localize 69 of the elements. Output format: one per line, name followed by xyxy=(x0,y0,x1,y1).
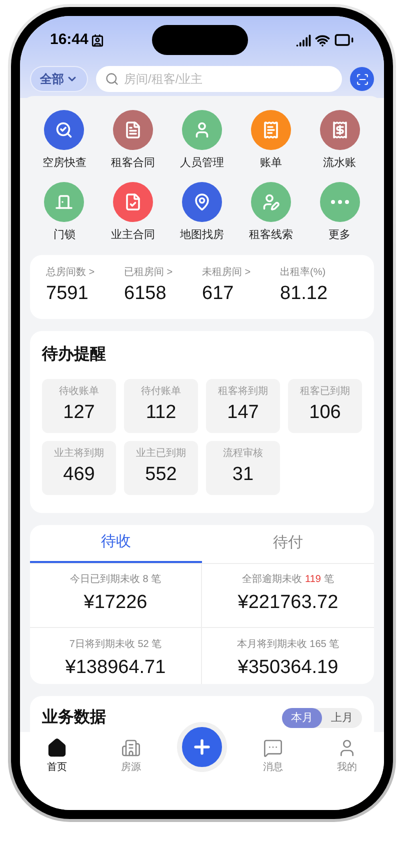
shortcut-button[interactable]: 人员管理 xyxy=(168,110,236,172)
tab-bar-item[interactable]: 我的 xyxy=(319,738,375,775)
stat-value: 6158 xyxy=(124,282,168,306)
shortcut-button[interactable]: 流水账 xyxy=(305,110,374,172)
summary-amount: ¥17226 xyxy=(84,591,148,616)
tab[interactable]: 待收 xyxy=(30,524,202,562)
section-title: 业务数据 xyxy=(42,708,106,728)
plus-icon xyxy=(191,736,213,758)
todo-tile[interactable]: 流程审核 31 xyxy=(206,440,280,494)
shortcut-button[interactable]: 地图找房 xyxy=(168,182,236,243)
summary-label: 本月将到期未收 165 笔 xyxy=(236,638,340,652)
shortcut-button[interactable]: 业主合同 xyxy=(98,182,168,243)
todo-tile[interactable]: 业主将到期 469 xyxy=(42,440,116,494)
stat-label: 已租房间 > xyxy=(124,266,174,280)
summary-label: 今日已到期未收 8 笔 xyxy=(70,572,162,588)
scan-icon xyxy=(356,72,368,86)
message-icon xyxy=(263,738,283,758)
section-title: 待办提醒 xyxy=(42,344,107,364)
document-check-icon xyxy=(124,192,142,210)
stat-label: 出租率(%) xyxy=(280,266,327,280)
summary-cell[interactable]: 本月将到期未收 165 笔 ¥350364.19 xyxy=(202,628,374,684)
signal-icon xyxy=(296,32,311,48)
shortcut-button[interactable]: 账单 xyxy=(236,110,306,172)
shortcut-button[interactable]: 空房快查 xyxy=(30,110,99,172)
search-field[interactable]: 房间/租客/业主 xyxy=(96,66,342,92)
summary-amount: ¥221763.72 xyxy=(238,591,338,616)
summary-amount: ¥138964.71 xyxy=(65,656,166,680)
todo-tile[interactable]: 待收账单 127 xyxy=(42,378,116,432)
building-icon xyxy=(121,738,141,758)
map-pin-icon xyxy=(192,192,211,210)
todo-tile[interactable]: 待付账单 112 xyxy=(124,378,198,432)
person-edit-icon xyxy=(262,192,280,210)
todo-tile[interactable]: 租客已到期 106 xyxy=(288,378,362,432)
receipt-icon xyxy=(330,121,349,139)
scan-button[interactable] xyxy=(350,67,374,91)
door-icon xyxy=(55,192,74,210)
shortcut-button[interactable]: 租客线索 xyxy=(236,182,306,243)
summary-cell[interactable]: 全部逾期未收 119 笔 ¥221763.72 xyxy=(202,564,374,628)
tab-bar-item[interactable]: 消息 xyxy=(245,738,301,775)
filter-dropdown[interactable]: 全部 xyxy=(30,66,88,92)
tab-bar-item[interactable]: 首页 xyxy=(29,738,85,775)
search-icon xyxy=(105,72,119,86)
stat-value: 7591 xyxy=(46,282,90,306)
wifi-icon xyxy=(315,32,330,48)
stat-label: 未租房间 > xyxy=(202,266,252,280)
todo-tile[interactable]: 业主已到期 552 xyxy=(124,440,198,494)
bill-icon xyxy=(262,121,280,139)
summary-amount: ¥350364.19 xyxy=(238,656,338,680)
shortcut-button[interactable]: 租客合同 xyxy=(98,110,168,172)
shortcut-button[interactable]: 更多 xyxy=(305,182,374,243)
tab[interactable]: 待付 xyxy=(202,524,374,562)
summary-label: 7日将到期未收 52 笔 xyxy=(69,638,162,652)
shortcut-button[interactable]: 门锁 xyxy=(30,182,99,243)
clock-time: 16:44 xyxy=(50,30,88,50)
summary-label: 全部逾期未收 119 笔 xyxy=(242,572,334,588)
add-button[interactable] xyxy=(177,722,227,772)
todo-tile[interactable]: 租客将到期 147 xyxy=(206,378,280,432)
summary-cell[interactable]: 7日将到期未收 52 笔 ¥138964.71 xyxy=(30,628,202,684)
tab-bar-item[interactable]: 房源 xyxy=(103,738,159,775)
house-search-icon xyxy=(55,121,74,139)
stat-value: 617 xyxy=(202,282,235,306)
document-icon xyxy=(124,121,142,139)
more-icon xyxy=(330,200,349,204)
home-icon xyxy=(47,738,67,758)
stat-label: 总房间数 > xyxy=(46,266,96,280)
stat-value: 81.12 xyxy=(280,282,329,306)
period-option[interactable]: 上月 xyxy=(322,708,362,728)
id-card-icon xyxy=(91,34,104,46)
summary-cell[interactable]: 今日已到期未收 8 笔 ¥17226 xyxy=(30,564,202,628)
